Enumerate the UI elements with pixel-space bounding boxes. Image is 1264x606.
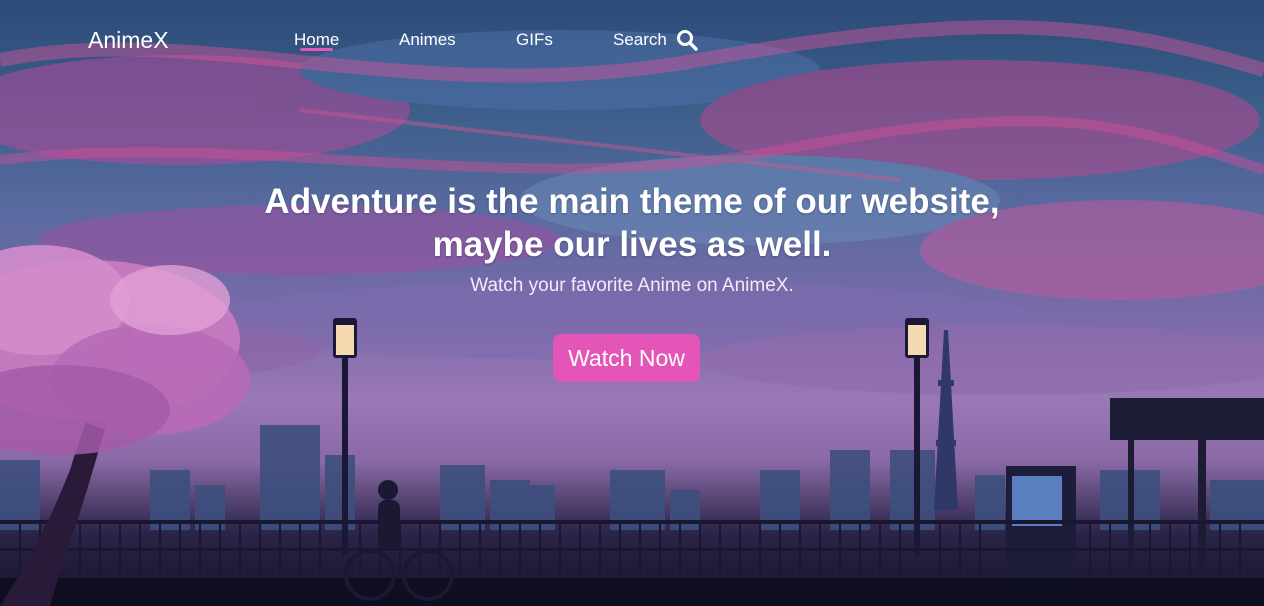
- hero-headline: Adventure is the main theme of our websi…: [0, 180, 1264, 266]
- top-navigation: AnimeX Home Animes GIFs Search: [0, 0, 1264, 80]
- hero-background-image: [0, 20, 1264, 606]
- active-nav-indicator: [300, 48, 333, 51]
- hero-headline-line-1: Adventure is the main theme of our websi…: [264, 182, 1000, 221]
- hero-subheadline: Watch your favorite Anime on AnimeX.: [470, 275, 794, 296]
- hero-section: [0, 0, 1264, 606]
- nav-item-search[interactable]: Search: [613, 30, 667, 50]
- nav-item-animes[interactable]: Animes: [399, 30, 456, 50]
- hero-headline-line-2: maybe our lives as well.: [432, 225, 832, 264]
- watch-now-button[interactable]: Watch Now: [553, 334, 700, 382]
- site-logo[interactable]: AnimeX: [88, 27, 169, 54]
- search-icon[interactable]: [676, 29, 698, 51]
- nav-item-home[interactable]: Home: [294, 30, 339, 50]
- nav-item-gifs[interactable]: GIFs: [516, 30, 553, 50]
